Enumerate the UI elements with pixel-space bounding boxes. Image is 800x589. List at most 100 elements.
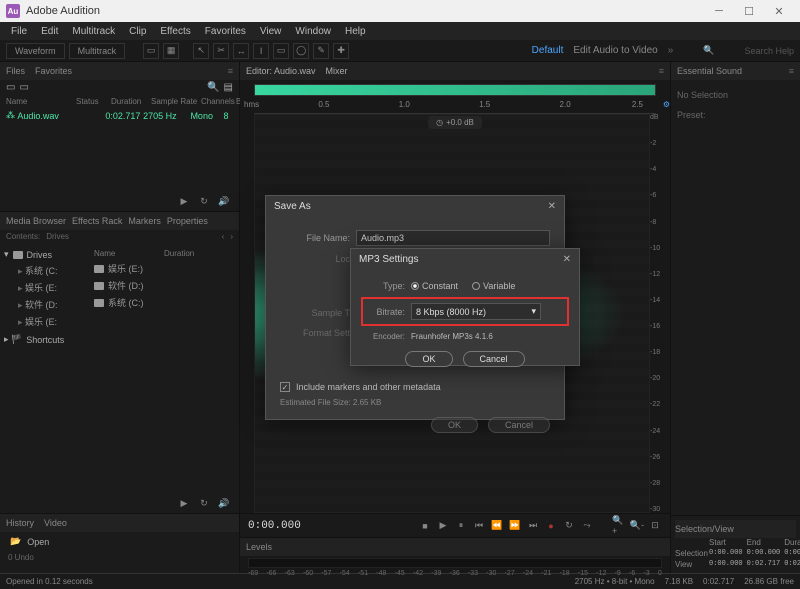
file-row[interactable]: ⁂ Audio.wav 0:02.717 2705 Hz Mono 8	[0, 108, 239, 123]
filename-input[interactable]	[356, 230, 550, 246]
minimize-button[interactable]: ─	[704, 0, 734, 22]
search-icon[interactable]: 🔍	[703, 45, 714, 56]
col-name[interactable]: Name	[6, 97, 76, 106]
rewind-button[interactable]: ⏪	[490, 520, 504, 532]
include-markers-checkbox[interactable]: ✓	[280, 382, 290, 392]
view-start[interactable]: 0:00.000	[709, 560, 743, 569]
timecode[interactable]: 0:00.000	[248, 520, 301, 532]
zoom-fit-button[interactable]: ⊡	[648, 520, 662, 532]
selection-start[interactable]: 0:00.000	[709, 549, 743, 558]
selection-dur[interactable]: 0:00.000	[784, 549, 800, 558]
ok-button[interactable]: OK	[431, 417, 478, 433]
drives-header[interactable]: ▾ Drives	[4, 247, 86, 262]
history-entry[interactable]: 📂 Open	[0, 532, 239, 551]
tool-2[interactable]: ▦	[163, 43, 179, 59]
tool-lasso[interactable]: ◯	[293, 43, 309, 59]
stop-button[interactable]: ■	[418, 520, 432, 532]
tab-levels[interactable]: Levels	[246, 542, 272, 552]
drive-item[interactable]: 软件 (D:	[4, 296, 86, 313]
tab-properties[interactable]: Properties	[167, 216, 208, 226]
menu-view[interactable]: View	[253, 24, 289, 39]
menu-favorites[interactable]: Favorites	[198, 24, 253, 39]
menu-window[interactable]: Window	[288, 24, 338, 39]
col-samplerate[interactable]: Sample Rate	[151, 97, 201, 106]
tab-markers[interactable]: Markers	[128, 216, 161, 226]
tool-time[interactable]: I	[253, 43, 269, 59]
selection-end[interactable]: 0:00.000	[747, 549, 781, 558]
drive-item[interactable]: 娱乐 (E:	[4, 313, 86, 330]
col-duration[interactable]: Duration	[111, 97, 151, 106]
tool-brush[interactable]: ✎	[313, 43, 329, 59]
ok-button[interactable]: OK	[405, 351, 452, 367]
cancel-button[interactable]: Cancel	[463, 351, 525, 367]
tab-video[interactable]: Video	[44, 518, 67, 528]
view-dur[interactable]: 0:02.717	[784, 560, 800, 569]
tool-razor[interactable]: ✂	[213, 43, 229, 59]
files-search-button[interactable]: 🔍	[207, 82, 219, 93]
next-button[interactable]: ⏭	[526, 520, 540, 532]
tab-files[interactable]: Files	[6, 66, 25, 76]
files-new-button[interactable]: ▭	[6, 82, 15, 93]
menu-file[interactable]: File	[4, 24, 34, 39]
col-channels[interactable]: Channels	[201, 97, 236, 106]
radio-constant[interactable]: Constant	[411, 281, 458, 291]
record-button[interactable]: ●	[544, 520, 558, 532]
list-item[interactable]: 娱乐 (E:)	[94, 260, 235, 277]
loop-button[interactable]: ↻	[197, 497, 211, 509]
loop-button[interactable]: ↻	[197, 195, 211, 207]
panel-menu-icon[interactable]: ≡	[789, 66, 794, 76]
workspace-default[interactable]: Default	[532, 45, 564, 56]
tool-heal[interactable]: ✚	[333, 43, 349, 59]
maximize-button[interactable]: ☐	[734, 0, 764, 22]
list-item[interactable]: 系统 (C:)	[94, 294, 235, 311]
timeline[interactable]: hms 0.5 1.0 1.5 2.0 2.5 ⚙	[254, 100, 656, 114]
tool-slip[interactable]: ↔	[233, 43, 249, 59]
settings-icon[interactable]: ⚙	[663, 100, 670, 109]
tab-selection-view[interactable]: Selection/View	[675, 524, 734, 534]
workspace-edit-av[interactable]: Edit Audio to Video	[573, 45, 657, 56]
col-status[interactable]: Status	[76, 97, 111, 106]
radio-variable[interactable]: Variable	[472, 281, 515, 291]
list-item[interactable]: 软件 (D:)	[94, 277, 235, 294]
tab-media-browser[interactable]: Media Browser	[6, 216, 66, 226]
tab-mixer[interactable]: Mixer	[326, 66, 348, 76]
volume-button[interactable]: 🔊	[217, 195, 231, 207]
zoom-in-button[interactable]: 🔍+	[612, 520, 626, 532]
panel-menu-icon[interactable]: ≡	[228, 66, 233, 76]
tab-favorites[interactable]: Favorites	[35, 66, 72, 76]
close-icon[interactable]: ✕	[548, 201, 556, 212]
pause-button[interactable]: ⏸	[454, 520, 468, 532]
drive-item[interactable]: 娱乐 (E:	[4, 279, 86, 296]
drive-item[interactable]: 系统 (C:	[4, 262, 86, 279]
menu-multitrack[interactable]: Multitrack	[65, 24, 122, 39]
tab-effects-rack[interactable]: Effects Rack	[72, 216, 122, 226]
close-button[interactable]: ✕	[764, 0, 794, 22]
play-button[interactable]: ▶	[436, 520, 450, 532]
contents-value[interactable]: Drives	[46, 232, 69, 241]
menu-clip[interactable]: Clip	[122, 24, 153, 39]
tool-move[interactable]: ↖	[193, 43, 209, 59]
shortcuts-header[interactable]: ▸ 🏴 Shortcuts	[4, 332, 86, 347]
workspace-more[interactable]: »	[668, 45, 674, 56]
loop-button[interactable]: ↻	[562, 520, 576, 532]
menu-effects[interactable]: Effects	[153, 24, 197, 39]
tool-1[interactable]: ▭	[143, 43, 159, 59]
tab-essential-sound[interactable]: Essential Sound	[677, 66, 742, 76]
bitrate-dropdown[interactable]: 8 Kbps (8000 Hz) ▾	[411, 303, 541, 320]
cancel-button[interactable]: Cancel	[488, 417, 550, 433]
tab-editor[interactable]: Editor: Audio.wav	[246, 66, 316, 76]
col-duration[interactable]: Duration	[164, 249, 194, 258]
skip-button[interactable]: ⤳	[580, 520, 594, 532]
view-end[interactable]: 0:02.717	[747, 560, 781, 569]
search-help-input[interactable]: Search Help	[744, 46, 794, 56]
prev-button[interactable]: ⏮	[472, 520, 486, 532]
menu-edit[interactable]: Edit	[34, 24, 65, 39]
close-icon[interactable]: ✕	[563, 254, 571, 265]
waveform-overview[interactable]	[254, 84, 656, 96]
tab-multitrack[interactable]: Multitrack	[69, 43, 126, 59]
panel-menu-icon[interactable]: ≡	[659, 66, 664, 76]
files-open-button[interactable]: ▭	[19, 82, 28, 93]
col-name[interactable]: Name	[94, 249, 164, 258]
volume-indicator[interactable]: ◷ +0.0 dB	[428, 116, 482, 129]
tab-history[interactable]: History	[6, 518, 34, 528]
